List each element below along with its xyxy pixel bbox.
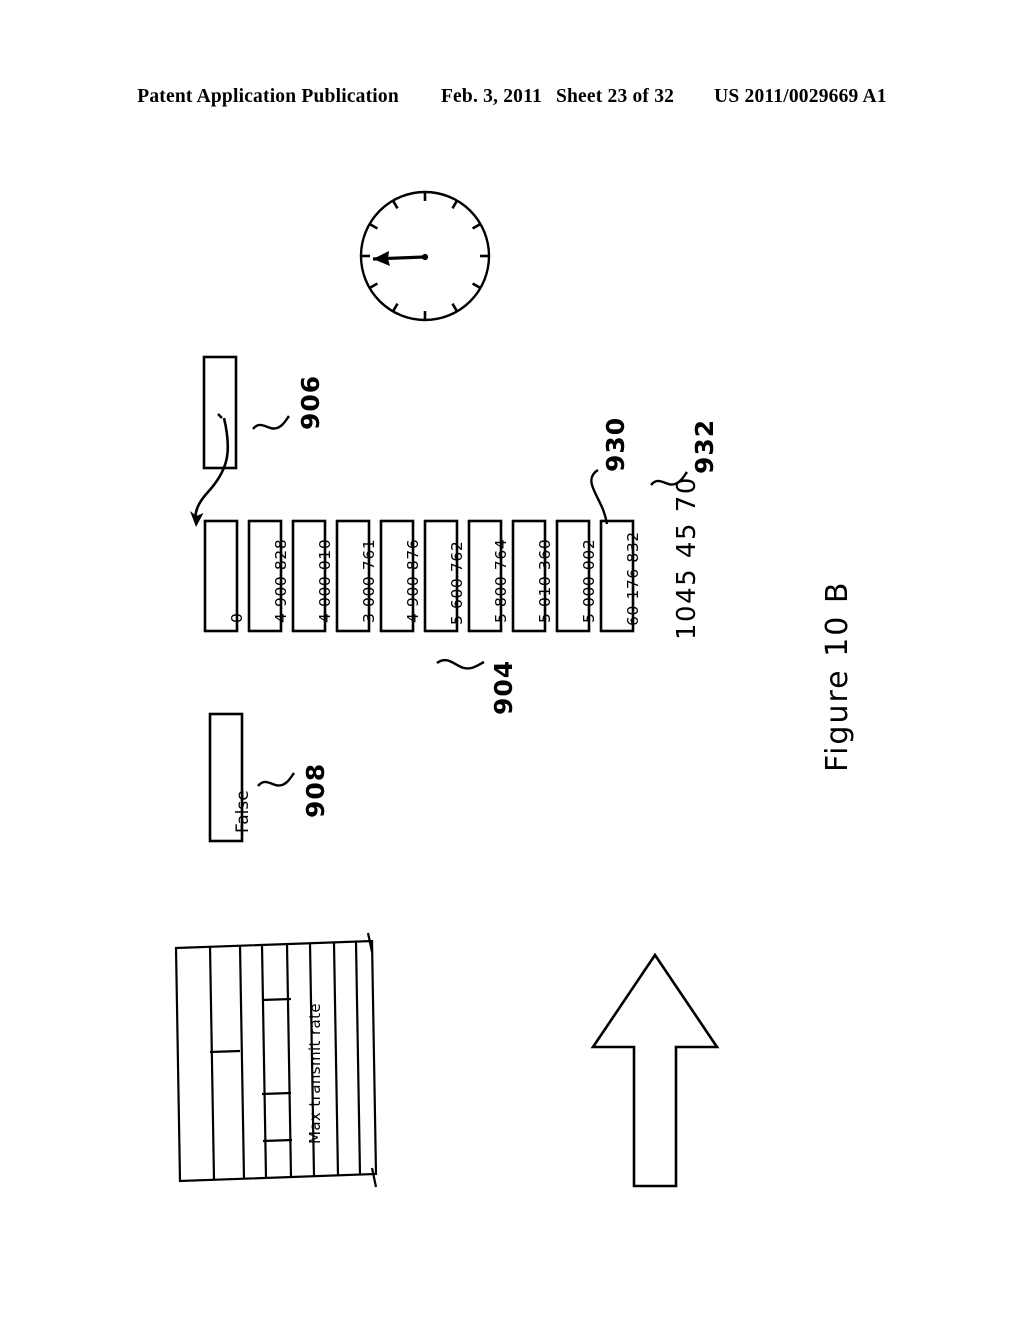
array-cell-label: 5 000 002: [580, 538, 598, 623]
clock-hand-arrowhead: [373, 251, 390, 266]
connector-arrowhead: [190, 511, 204, 527]
rate-grid-divider: [262, 1138, 293, 1143]
header-sheet-label: Sheet 23 of 32: [555, 86, 675, 107]
array-cell-label: 4 900 828: [272, 538, 290, 623]
array-cell-label: 5 600 762: [448, 540, 466, 625]
ref-numeral-904: 904: [489, 659, 518, 715]
ref-numeral-906: 906: [296, 374, 325, 430]
header-date-label: Feb. 3, 2011: [440, 86, 542, 107]
source-box-rect: [202, 355, 238, 470]
array-cell-label: 0: [228, 612, 246, 623]
ref-numeral-930: 930: [601, 416, 630, 472]
callout-908-leader: [257, 772, 295, 787]
ref-numeral-908: 908: [301, 762, 330, 818]
array-cell-label: 3 000 761: [360, 538, 378, 623]
clock-circle: [359, 190, 491, 322]
rate-grid-divider: [209, 1049, 241, 1054]
clock-ticks: [361, 192, 489, 320]
callout-904-leader: [436, 658, 485, 670]
patent-header: Patent Application Publication Feb. 3, 2…: [0, 86, 1024, 116]
rate-grid: [174, 932, 378, 1188]
rate-grid-divider: [261, 997, 292, 1002]
rate-grid-end-tick: [370, 1167, 378, 1188]
clock-dial: [359, 190, 491, 322]
header-patent-number: US 2011/0029669 A1: [714, 86, 887, 107]
array-cell-label: 60 176 832: [624, 531, 642, 626]
source-box-marker: [217, 413, 223, 419]
rate-grid-end-tick: [366, 932, 374, 953]
figure-caption: Figure 10 B: [820, 580, 855, 772]
callout-930-leader: [590, 468, 609, 525]
rate-grid-divider: [261, 1091, 292, 1096]
source-to-array-connector: [190, 417, 230, 527]
source-box: [202, 355, 238, 470]
total-value-label: 1045 45 70: [672, 476, 702, 640]
clock-hub: [421, 253, 429, 261]
large-up-arrow: [590, 952, 720, 1188]
array-cell-label: 4 900 876: [404, 538, 422, 623]
rate-grid-label: Max transmit rate: [306, 1002, 324, 1144]
array-cell-label: 5 010 360: [536, 538, 554, 623]
array-cell-label: 4 000 010: [316, 538, 334, 623]
rate-grid-frame: [174, 939, 378, 1183]
clock-hand: [372, 255, 425, 261]
array-cell-label: 5 800 764: [492, 538, 510, 623]
header-publication-label: Patent Application Publication: [137, 86, 399, 107]
ref-numeral-932: 932: [690, 418, 719, 474]
false-box-label: False: [233, 790, 253, 833]
callout-906-leader: [252, 415, 290, 430]
